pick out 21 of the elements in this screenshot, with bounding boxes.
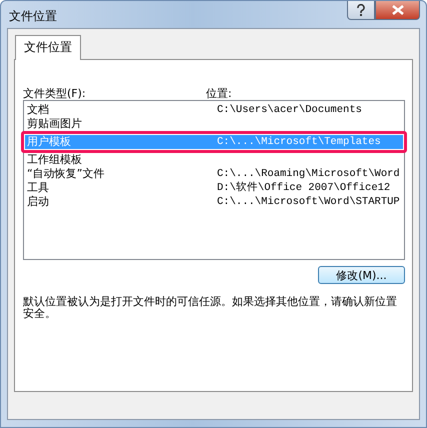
close-icon <box>392 5 404 15</box>
file-type[interactable]: 工作组模板 <box>25 153 217 167</box>
window-title: 文件位置 <box>9 8 57 25</box>
close-button[interactable] <box>375 1 420 20</box>
file-type[interactable]: “自动恢复”文件 <box>25 167 217 181</box>
help-button[interactable] <box>347 1 375 20</box>
column-header: 位置: <box>206 86 232 100</box>
location-path: C:\...\Roaming\Microsoft\Word <box>217 167 400 181</box>
column-header: 文件类型(F): <box>23 86 87 100</box>
location-path: C:\Users\acer\Documents <box>217 103 362 117</box>
file-type[interactable]: 剪贴画图片 <box>25 117 217 131</box>
location-path: C:\...\Microsoft\Templates <box>217 135 381 149</box>
location-path: C:\...\Microsoft\Word\STARTUP <box>217 195 400 209</box>
location-path: D:\软件\Office 2007\Office12 <box>217 181 390 195</box>
file-type[interactable]: 工具 <box>25 181 217 195</box>
note-text: 默认位置被认为是打开文件时的可信任源。如果选择其他位置，请确认新位置安全。 <box>23 296 398 320</box>
question-mark-icon <box>356 4 366 16</box>
tab[interactable]: 文件位置 <box>15 35 81 60</box>
file-type[interactable]: 文档 <box>25 103 217 117</box>
modify-button[interactable]: 修改(M)... <box>318 266 405 284</box>
file-type[interactable]: 启动 <box>25 195 217 209</box>
